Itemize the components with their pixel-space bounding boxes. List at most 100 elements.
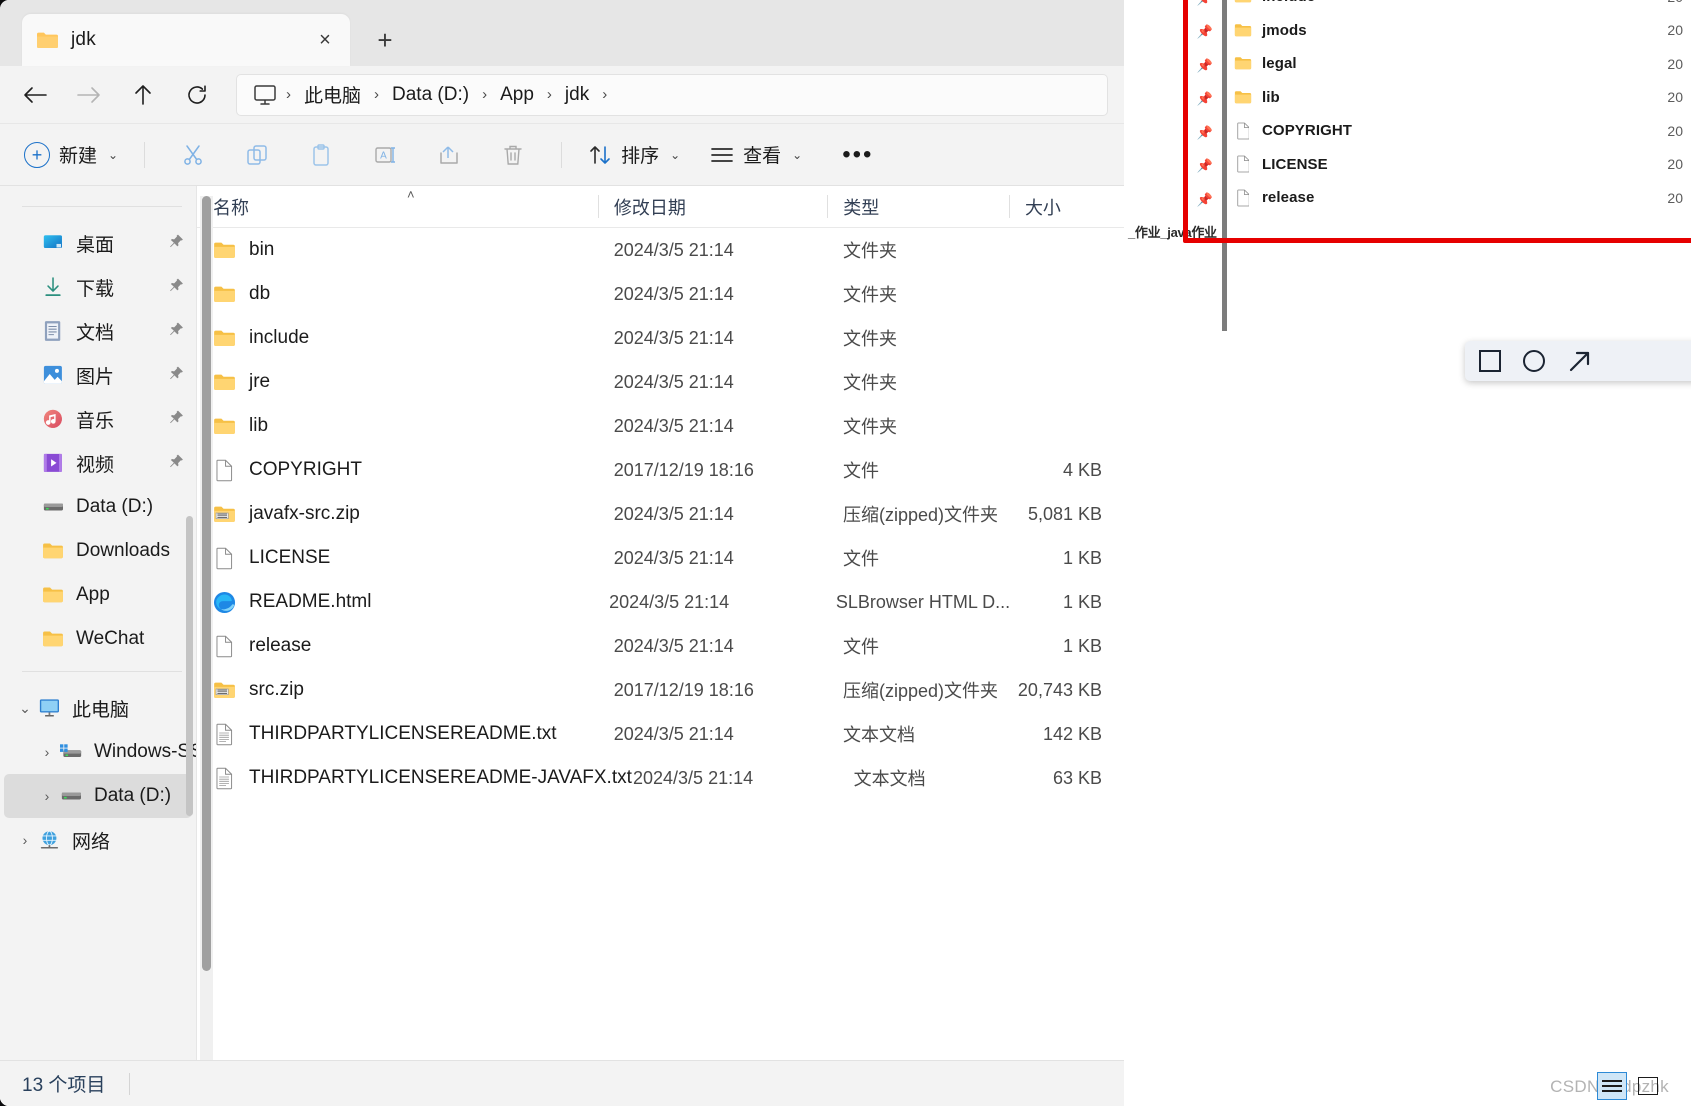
file-name-cell[interactable]: COPYRIGHT [197, 459, 598, 482]
background-table-row[interactable]: release 20 [1234, 181, 1691, 215]
background-table-row[interactable]: include 20 [1234, 0, 1691, 14]
sidebar-tree-item-data-d[interactable]: › Data (D:) [4, 774, 192, 818]
main-scrollbar-thumb[interactable] [202, 196, 211, 971]
pin-icon[interactable] [169, 278, 184, 297]
file-name-cell[interactable]: javafx-src.zip [197, 503, 598, 526]
sidebar-item-[interactable]: 音乐 [4, 397, 192, 441]
file-name-cell[interactable]: lib [197, 415, 598, 438]
copy-button[interactable] [235, 135, 279, 175]
pin-icon[interactable] [169, 322, 184, 341]
rename-button[interactable]: A [363, 135, 407, 175]
sidebar-item-label: 桌面 [76, 234, 115, 256]
sidebar-item-[interactable]: 下载 [4, 265, 192, 309]
background-explorer-window[interactable]: 📌 📌 📌 📌 📌 📌 📌 include20jmods20legal20lib… [1124, 0, 1691, 331]
pin-icon[interactable] [169, 454, 184, 473]
chevron-right-icon[interactable]: › [34, 788, 60, 804]
rectangle-shape-icon[interactable] [1479, 350, 1501, 372]
file-list-pane[interactable]: ˄ 名称 修改日期 类型 大小 bin 2024/3/5 21:14 文件夹 db 20… [196, 186, 1124, 1106]
navigation-pane[interactable]: 桌面 下载 文档 图片 音乐 视频 Data (D:) Downloads App WeChat … [0, 186, 196, 1106]
sidebar-item-wechat[interactable]: WeChat [4, 617, 192, 661]
column-header-date[interactable]: 修改日期 [597, 186, 827, 227]
details-view-icon[interactable] [1597, 1072, 1627, 1100]
sidebar-tree-item-node[interactable]: ⌄ 此电脑 [4, 686, 192, 730]
sidebar-tree-item-node[interactable]: › 网络 [4, 818, 192, 862]
pin-icon[interactable] [169, 366, 184, 385]
main-scrollbar-track[interactable] [200, 196, 213, 1060]
more-options-button[interactable]: ••• [828, 142, 887, 167]
column-header-type[interactable]: 类型 [827, 186, 1009, 227]
up-button[interactable] [122, 74, 164, 116]
table-row[interactable]: THIRDPARTYLICENSEREADME-JAVAFX.txt 2024/3… [197, 756, 1124, 800]
table-row[interactable]: COPYRIGHT 2017/12/19 18:16 文件 4 KB [197, 448, 1124, 492]
file-name-cell[interactable]: release [197, 635, 598, 658]
breadcrumb-item-jdk[interactable]: jdk [557, 81, 597, 109]
annotation-shape-toolbar[interactable] [1465, 341, 1691, 381]
sidebar-tree-item-label: Windows-SSD [94, 741, 196, 762]
refresh-button[interactable] [176, 74, 218, 116]
tab-jdk[interactable]: jdk × [22, 14, 350, 66]
forward-button[interactable] [68, 74, 110, 116]
large-icons-view-icon[interactable] [1633, 1072, 1663, 1100]
ellipse-shape-icon[interactable] [1523, 350, 1545, 372]
delete-button[interactable] [491, 135, 535, 175]
file-name-cell[interactable]: LICENSE [197, 547, 598, 570]
back-button[interactable] [14, 74, 56, 116]
table-row[interactable]: LICENSE 2024/3/5 21:14 文件 1 KB [197, 536, 1124, 580]
table-row[interactable]: javafx-src.zip 2024/3/5 21:14 压缩(zipped)文件… [197, 492, 1124, 536]
chevron-down-icon[interactable]: ⌄ [12, 700, 38, 717]
cut-button[interactable] [171, 135, 215, 175]
file-name-cell[interactable]: jre [197, 371, 598, 394]
file-name-cell[interactable]: README.html [197, 591, 593, 614]
pin-icon[interactable] [169, 234, 184, 253]
sidebar-tree-item-windows-ssd[interactable]: › Windows-SSD [4, 730, 196, 774]
sidebar-item-[interactable]: 视频 [4, 441, 192, 485]
breadcrumb-item-data-d[interactable]: Data (D:) [384, 81, 477, 109]
breadcrumb-item-this-pc[interactable]: 此电脑 [296, 78, 369, 111]
table-row[interactable]: db 2024/3/5 21:14 文件夹 [197, 272, 1124, 316]
close-icon[interactable]: × [310, 25, 340, 55]
address-bar[interactable]: › 此电脑 › Data (D:) › App › jdk › [236, 73, 1108, 116]
sidebar-item-downloads[interactable]: Downloads [4, 529, 192, 573]
file-name-cell[interactable]: THIRDPARTYLICENSEREADME-JAVAFX.txt [197, 767, 632, 790]
table-row[interactable]: README.html 2024/3/5 21:14 SLBrowser HTML … [197, 580, 1124, 624]
table-row[interactable]: src.zip 2017/12/19 18:16 压缩(zipped)文件夹 20,7… [197, 668, 1124, 712]
chevron-right-icon[interactable]: › [34, 744, 60, 760]
table-row[interactable]: THIRDPARTYLICENSEREADME.txt 2024/3/5 21:1… [197, 712, 1124, 756]
table-row[interactable]: bin 2024/3/5 21:14 文件夹 [197, 228, 1124, 272]
sidebar-item-[interactable]: 桌面 [4, 221, 192, 265]
background-table-row[interactable]: jmods 20 [1234, 14, 1691, 48]
column-header-size[interactable]: 大小 [1008, 186, 1124, 227]
background-table-row[interactable]: LICENSE 20 [1234, 148, 1691, 182]
file-rows[interactable]: bin 2024/3/5 21:14 文件夹 db 2024/3/5 21:14 文件夹 i… [197, 228, 1124, 800]
sidebar-item-data-d[interactable]: Data (D:) [4, 485, 192, 529]
background-table-row[interactable]: legal 20 [1234, 47, 1691, 81]
breadcrumb-item-app[interactable]: App [492, 81, 542, 109]
sidebar-scrollbar-thumb[interactable] [186, 516, 193, 816]
pin-icon[interactable] [169, 410, 184, 429]
background-table-row[interactable]: lib 20 [1234, 81, 1691, 115]
paste-button[interactable] [299, 135, 343, 175]
chevron-right-icon[interactable]: › [12, 832, 38, 848]
view-button[interactable]: 查看 ⌄ [700, 135, 812, 175]
view-mode-buttons[interactable] [1597, 1072, 1663, 1100]
share-button[interactable] [427, 135, 471, 175]
sidebar-item-[interactable]: 图片 [4, 353, 192, 397]
arrow-shape-icon[interactable] [1567, 348, 1593, 374]
file-name-cell[interactable]: src.zip [197, 679, 598, 702]
new-tab-button[interactable]: + [364, 19, 406, 61]
table-row[interactable]: lib 2024/3/5 21:14 文件夹 [197, 404, 1124, 448]
sidebar-item-app[interactable]: App [4, 573, 192, 617]
table-row[interactable]: include 2024/3/5 21:14 文件夹 [197, 316, 1124, 360]
column-header-name[interactable]: ˄ 名称 [197, 186, 598, 227]
file-name-cell[interactable]: include [197, 327, 598, 350]
sidebar-item-[interactable]: 文档 [4, 309, 192, 353]
file-name-cell[interactable]: db [197, 283, 598, 306]
file-name-cell[interactable]: THIRDPARTYLICENSEREADME.txt [197, 723, 598, 746]
new-button[interactable]: + 新建 ⌄ [22, 135, 128, 175]
background-table-row[interactable]: COPYRIGHT 20 [1234, 114, 1691, 148]
file-name-cell[interactable]: bin [197, 239, 598, 262]
table-row[interactable]: jre 2024/3/5 21:14 文件夹 [197, 360, 1124, 404]
sort-button[interactable]: 排序 ⌄ [578, 135, 690, 175]
table-row[interactable]: release 2024/3/5 21:14 文件 1 KB [197, 624, 1124, 668]
background-file-list[interactable]: include20jmods20legal20lib20COPYRIGHT20L… [1234, 0, 1691, 215]
